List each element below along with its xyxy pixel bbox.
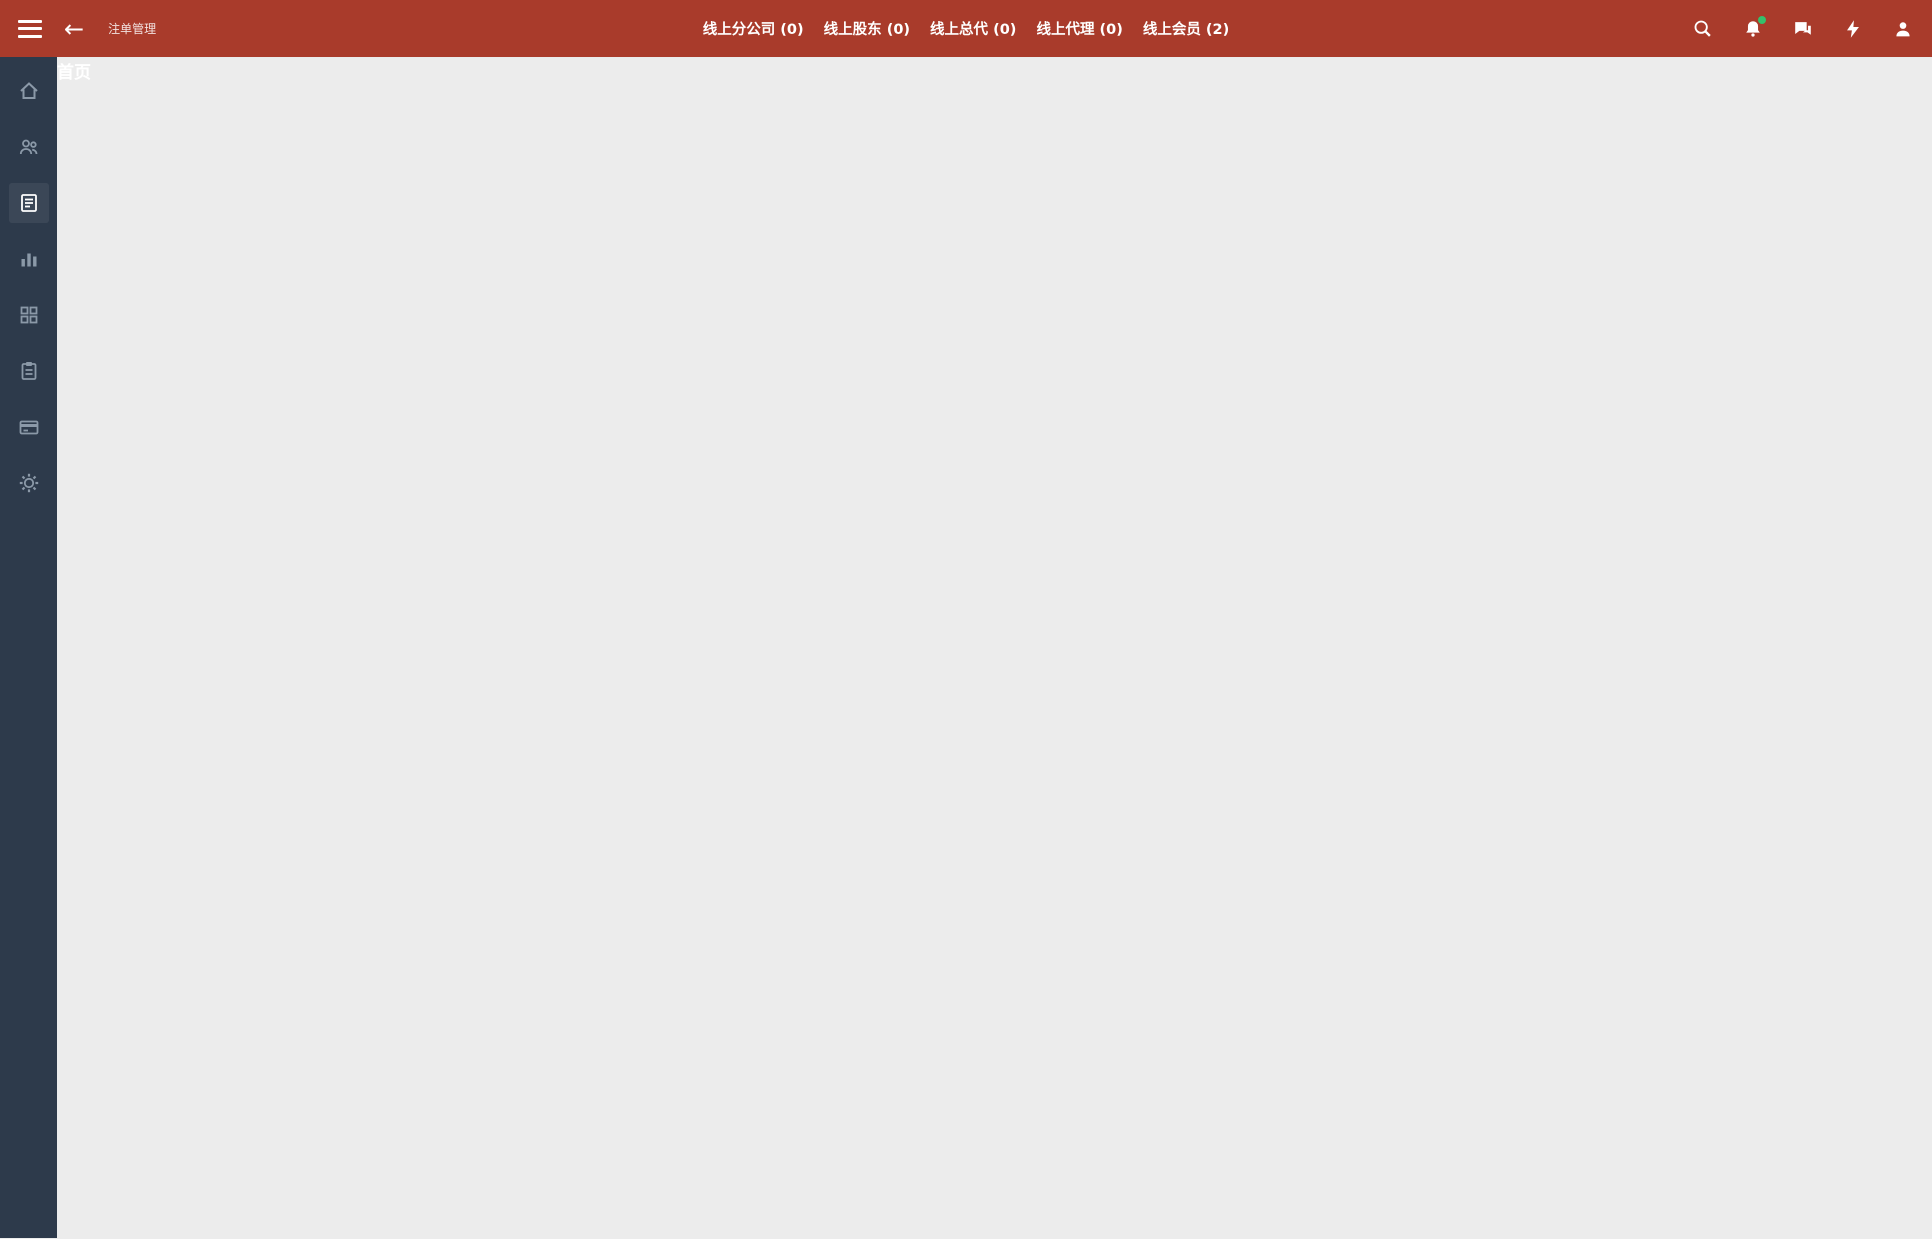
sidebar-item-members[interactable]: [9, 127, 49, 167]
nav-item[interactable]: 线上代理 (0): [1036, 18, 1122, 39]
back-arrow-icon[interactable]: ←: [64, 17, 84, 41]
top-bar: ← 注单管理 首页 线上分公司 (0) 线上股东 (0) 线上总代 (0) 线上代理 …: [0, 0, 1932, 57]
nav-item[interactable]: 线上会员 (2): [1143, 18, 1229, 39]
flash-icon[interactable]: [1842, 18, 1864, 40]
header-nav: 线上分公司 (0) 线上股东 (0) 线上总代 (0) 线上代理 (0) 线上会员 (2…: [0, 18, 1932, 39]
sidebar-item-records[interactable]: [9, 351, 49, 391]
nav-item[interactable]: 线上股东 (0): [824, 18, 910, 39]
sidebar-item-home[interactable]: [9, 71, 49, 111]
nav-item[interactable]: 线上分公司 (0): [703, 18, 804, 39]
breadcrumb: 注单管理: [108, 20, 156, 37]
menu-icon[interactable]: [18, 20, 42, 38]
page-title: 首页: [57, 58, 1932, 1239]
title-block: 注单管理 首页: [108, 20, 156, 37]
sidebar-item-settings[interactable]: [9, 463, 49, 503]
sidebar-item-billing[interactable]: [9, 407, 49, 447]
nav-item[interactable]: 线上总代 (0): [930, 18, 1016, 39]
account-icon[interactable]: [1892, 18, 1914, 40]
sidebar-item-reports[interactable]: [9, 239, 49, 279]
notifications-icon[interactable]: [1742, 18, 1764, 40]
sidebar-item-modules[interactable]: [9, 295, 49, 335]
chat-icon[interactable]: [1792, 18, 1814, 40]
notification-badge: [1758, 16, 1766, 24]
search-icon[interactable]: [1692, 18, 1714, 40]
sidebar: [0, 57, 57, 1238]
sidebar-item-bet-orders[interactable]: [9, 183, 49, 223]
header-icons: [1692, 18, 1914, 40]
